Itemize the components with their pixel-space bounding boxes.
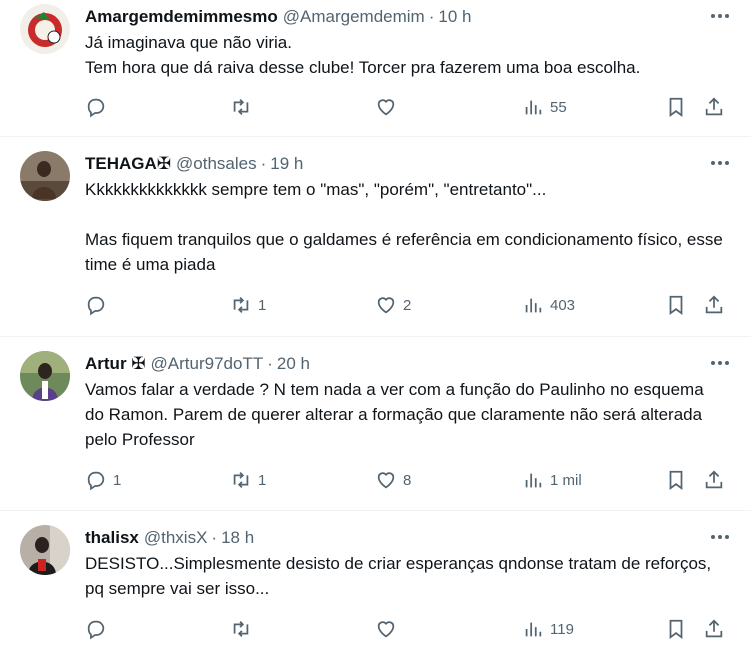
author-handle[interactable]: @Amargemdemim [283,5,425,29]
bookmark-button[interactable] [665,92,687,122]
timestamp[interactable]: 20 h [277,352,310,376]
like-button[interactable]: 2 [375,290,411,320]
reply-button[interactable] [85,614,113,644]
share-icon [705,619,723,638]
tweet[interactable]: Amargemdemimmesmo @Amargemdemim · 10 h J… [0,0,751,137]
reply-button[interactable]: 1 [85,465,121,495]
author-name[interactable]: TEHAGA✠ [85,152,171,176]
views-button[interactable]: 55 [522,92,567,122]
separator-dot: · [267,354,273,373]
views-count: 1 mil [550,471,582,489]
avatar[interactable] [20,525,70,575]
retweet-count: 1 [258,296,267,314]
like-count: 2 [403,296,412,314]
reply-button[interactable] [85,290,113,320]
avatar[interactable] [20,351,70,401]
bookmark-icon [669,619,683,639]
reply-icon [87,98,105,118]
bookmark-button[interactable] [665,614,687,644]
bookmark-icon [669,97,683,117]
more-icon[interactable] [705,353,735,373]
views-count: 55 [550,98,567,116]
share-button[interactable] [703,465,725,495]
heart-icon [377,297,395,314]
like-button[interactable] [375,92,403,122]
retweet-icon [233,472,249,488]
like-button[interactable]: 8 [375,465,411,495]
tweet[interactable]: Artur ✠ @Artur97doTT · 20 h Vamos falar … [0,337,751,511]
share-icon [705,97,723,116]
share-icon [705,295,723,314]
heart-icon [377,621,395,638]
author-name[interactable]: Artur ✠ [85,352,146,376]
retweet-count: 1 [258,471,267,489]
author-handle[interactable]: @othsales [176,152,257,176]
author-handle[interactable]: @Artur97doTT [151,352,264,376]
reply-icon [87,471,105,491]
views-icon [525,622,542,637]
tweet-text: Kkkkkkkkkkkkkk sempre tem o "mas", "poré… [85,180,723,274]
views-count: 119 [550,620,574,638]
reply-button[interactable] [85,92,113,122]
timestamp[interactable]: 19 h [270,152,303,176]
heart-icon [377,472,395,489]
bookmark-icon [669,295,683,315]
views-icon [525,298,542,313]
share-button[interactable] [703,614,725,644]
reply-count: 1 [113,471,122,489]
author-handle[interactable]: @thxisX [144,526,208,550]
heart-icon [377,99,395,116]
retweet-icon [233,99,249,115]
views-button[interactable]: 1 mil [522,465,582,495]
retweet-button[interactable] [230,92,258,122]
tweet-text: Já imaginava que não viria. Tem hora que… [85,33,641,77]
timestamp[interactable]: 10 h [438,5,471,29]
like-button[interactable] [375,614,403,644]
views-button[interactable]: 119 [522,614,574,644]
like-count: 8 [403,471,412,489]
views-button[interactable]: 403 [522,290,575,320]
retweet-icon [233,621,249,637]
bookmark-button[interactable] [665,465,687,495]
retweet-icon [233,297,249,313]
author-name[interactable]: Amargemdemimmesmo [85,5,278,29]
tweet[interactable]: TEHAGA✠ @othsales · 19 h Kkkkkkkkkkkkkk … [0,137,751,337]
reply-icon [87,296,105,316]
separator-dot: · [428,7,435,26]
retweet-button[interactable]: 1 [230,290,266,320]
separator-dot: · [211,528,218,547]
views-icon [525,473,542,488]
more-icon[interactable] [705,153,735,173]
share-button[interactable] [703,290,725,320]
separator-dot: · [260,154,267,173]
bookmark-button[interactable] [665,290,687,320]
views-icon [525,100,542,115]
tweet-text: DESISTO...Simplesmente desisto de criar … [85,554,716,598]
share-icon [705,470,723,489]
share-button[interactable] [703,92,725,122]
retweet-button[interactable] [230,614,258,644]
more-icon[interactable] [705,527,735,547]
reply-icon [87,620,105,640]
author-name[interactable]: thalisx [85,526,139,550]
retweet-button[interactable]: 1 [230,465,266,495]
timestamp[interactable]: 18 h [221,526,254,550]
more-icon[interactable] [705,6,735,26]
avatar[interactable] [20,4,70,54]
tweet-text: Vamos falar a verdade ? N tem nada a ver… [85,380,709,449]
bookmark-icon [669,470,683,490]
views-count: 403 [550,296,576,314]
avatar[interactable] [20,151,70,201]
tweet[interactable]: thalisx @thxisX · 18 h DESISTO...Simples… [0,511,751,669]
